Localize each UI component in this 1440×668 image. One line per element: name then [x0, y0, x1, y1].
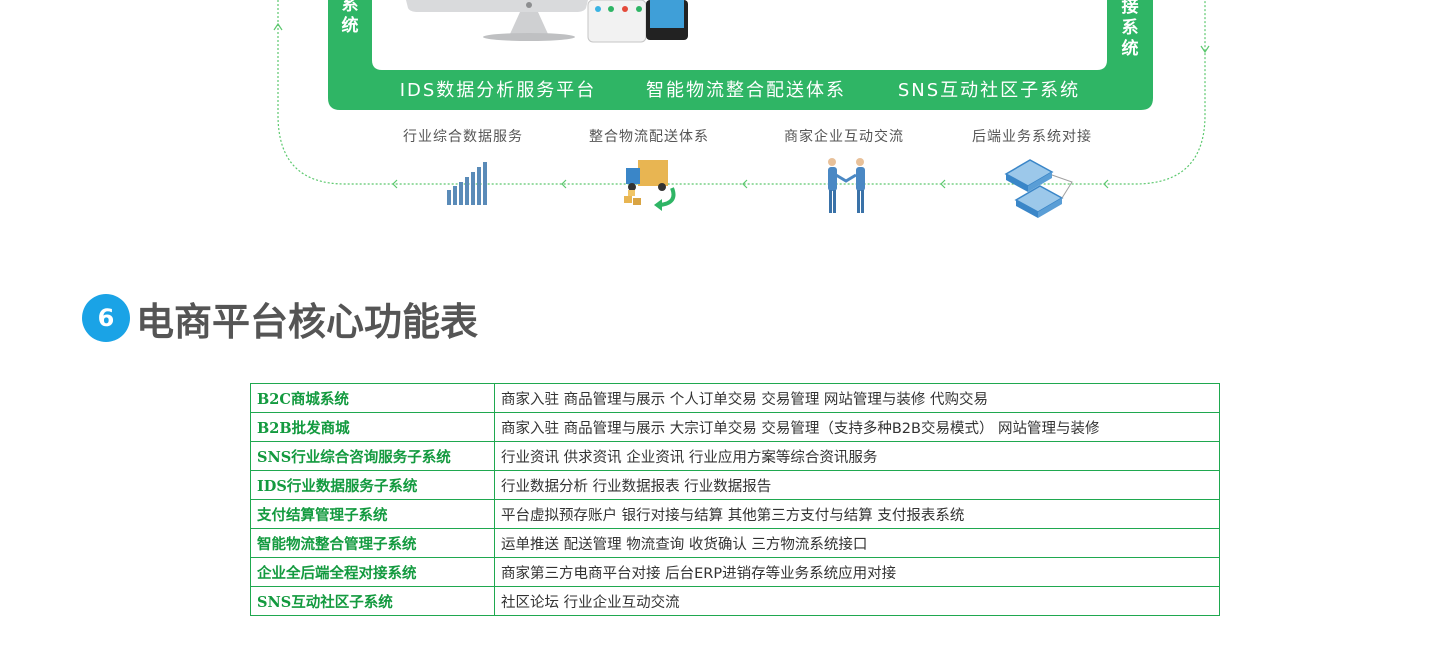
core-function-table: B2C商城系统 商家入驻 商品管理与展示 个人订单交易 交易管理 网站管理与装修…	[250, 383, 1220, 616]
handshake-icon	[828, 158, 865, 213]
section-header: 6 电商平台核心功能表	[82, 294, 478, 344]
table-row: 智能物流整合管理子系统 运单推送 配送管理 物流查询 收货确认 三方物流系统接口	[250, 528, 1220, 558]
right-system-label: 接系统	[1122, 0, 1139, 59]
table-row: 企业全后端全程对接系统 商家第三方电商平台对接 后台ERP进销存等业务系统应用对…	[250, 557, 1220, 587]
service-label: 后端业务系统对接	[972, 128, 1092, 145]
platform-architecture-diagram: 系统 接系统 IDS数据分析服务平台 智能物流整合配送体系 SNS互动社区子系统…	[273, 0, 1210, 218]
function-name: B2C商城系统	[250, 383, 495, 413]
function-name: IDS行业数据服务子系统	[250, 470, 495, 500]
section-title: 电商平台核心功能表	[136, 299, 479, 344]
table-row: B2C商城系统 商家入驻 商品管理与展示 个人订单交易 交易管理 网站管理与装修…	[250, 383, 1220, 413]
function-description: 商家第三方电商平台对接 后台ERP进销存等业务系统应用对接	[494, 557, 1220, 587]
function-name: B2B批发商城	[250, 412, 495, 442]
function-description: 运单推送 配送管理 物流查询 收货确认 三方物流系统接口	[494, 528, 1220, 558]
platform-bar-label: 智能物流整合配送体系	[646, 80, 846, 101]
function-name: SNS互动社区子系统	[250, 586, 495, 616]
table-row: 支付结算管理子系统 平台虚拟预存账户 银行对接与结算 其他第三方支付与结算 支付…	[250, 499, 1220, 529]
function-name: 智能物流整合管理子系统	[250, 528, 495, 558]
left-system-label: 系统	[342, 0, 359, 36]
server-connection-icon	[1004, 159, 1073, 218]
function-description: 行业资讯 供求资讯 企业资讯 行业应用方案等综合资讯服务	[494, 441, 1220, 471]
function-description: 商家入驻 商品管理与展示 大宗订单交易 交易管理（支持多种B2B交易模式） 网站…	[494, 412, 1220, 442]
section-number-badge: 6	[82, 294, 130, 342]
function-description: 商家入驻 商品管理与展示 个人订单交易 交易管理 网站管理与装修 代购交易	[494, 383, 1220, 413]
table-row: B2B批发商城 商家入驻 商品管理与展示 大宗订单交易 交易管理（支持多种B2B…	[250, 412, 1220, 442]
function-description: 行业数据分析 行业数据报表 行业数据报告	[494, 470, 1220, 500]
platform-bar-label: IDS数据分析服务平台	[400, 80, 597, 101]
function-description: 社区论坛 行业企业互动交流	[494, 586, 1220, 616]
table-row: SNS行业综合咨询服务子系统 行业资讯 供求资讯 企业资讯 行业应用方案等综合资…	[250, 441, 1220, 471]
service-label: 行业综合数据服务	[403, 129, 523, 145]
platform-bar-label: SNS互动社区子系统	[898, 80, 1080, 101]
service-label: 商家企业互动交流	[784, 128, 904, 145]
delivery-truck-icon	[624, 160, 676, 211]
service-label: 整合物流配送体系	[589, 129, 709, 145]
function-description: 平台虚拟预存账户 银行对接与结算 其他第三方支付与结算 支付报表系统	[494, 499, 1220, 529]
function-name: SNS行业综合咨询服务子系统	[250, 441, 495, 471]
table-row: SNS互动社区子系统 社区论坛 行业企业互动交流	[250, 586, 1220, 616]
table-row: IDS行业数据服务子系统 行业数据分析 行业数据报表 行业数据报告	[250, 470, 1220, 500]
function-name: 企业全后端全程对接系统	[250, 557, 495, 587]
function-name: 支付结算管理子系统	[250, 499, 495, 529]
